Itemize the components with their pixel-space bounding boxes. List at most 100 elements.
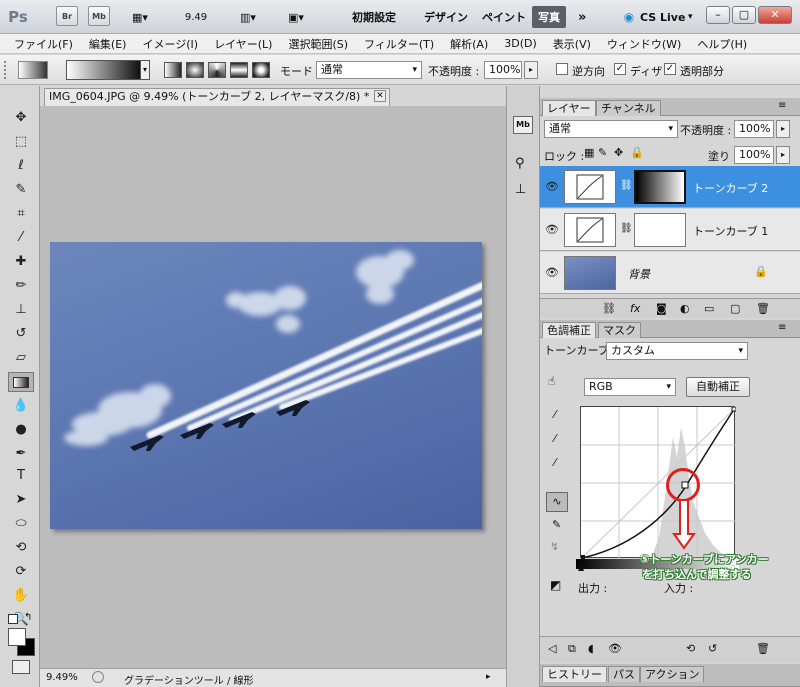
reverse-checkbox[interactable] xyxy=(556,63,568,75)
diamond-gradient-button[interactable] xyxy=(252,62,270,78)
menu-image[interactable]: イメージ(I) xyxy=(134,36,206,52)
layer-style-icon[interactable]: fx xyxy=(630,302,640,315)
radial-gradient-button[interactable] xyxy=(186,62,204,78)
curve-point-mode-icon[interactable]: ∿ xyxy=(546,492,568,512)
smooth-curve-icon[interactable]: ↯ xyxy=(550,540,559,553)
foreground-color-swatch[interactable] xyxy=(8,628,26,646)
dither-checkbox[interactable]: ✓ xyxy=(614,63,626,75)
history-brush-tool-icon[interactable]: ↺ xyxy=(10,324,32,344)
options-grip[interactable] xyxy=(4,61,10,79)
pencil-draw-icon[interactable]: ✎ xyxy=(552,518,561,531)
lock-position-icon[interactable]: ✥ xyxy=(614,146,623,159)
menu-3d[interactable]: 3D(D) xyxy=(496,37,545,50)
visibility-eye-icon[interactable]: 👁 xyxy=(544,180,560,193)
opacity-input[interactable]: 100% xyxy=(484,61,522,79)
workspace-design[interactable]: デザイン xyxy=(418,6,474,28)
screen-mode-icon[interactable]: ▣▾ xyxy=(280,6,312,28)
status-menu-icon[interactable]: ▸ xyxy=(486,672,491,682)
layer-row-background[interactable]: 👁 背景 🔒 xyxy=(540,252,800,294)
tab-actions[interactable]: アクション xyxy=(640,666,705,682)
layer-opacity-input[interactable]: 100% xyxy=(734,120,774,138)
link-layers-icon[interactable]: ⛓ xyxy=(602,302,616,315)
new-layer-icon[interactable]: ▢ xyxy=(730,302,740,315)
workspace-painting[interactable]: ペイント xyxy=(476,6,532,28)
black-point-eyedropper-icon[interactable]: ⁄ xyxy=(554,408,556,421)
lasso-tool-icon[interactable]: ℓ xyxy=(10,156,32,176)
curves-graph[interactable] xyxy=(580,406,737,560)
black-slider-icon[interactable]: ▲ xyxy=(578,563,584,572)
new-group-icon[interactable]: ▭ xyxy=(704,302,714,315)
swap-colors-icon[interactable]: ↰ xyxy=(24,612,32,623)
close-document-icon[interactable]: ✕ xyxy=(374,90,386,102)
new-adjustment-icon[interactable]: ◐ xyxy=(680,302,690,315)
delete-adjustment-icon[interactable]: 🗑 xyxy=(756,642,770,655)
tab-masks[interactable]: マスク xyxy=(598,322,641,338)
clone-stamp-tool-icon[interactable]: ⊥ xyxy=(10,300,32,320)
tab-channels[interactable]: チャンネル xyxy=(596,100,661,116)
hand-tool-icon[interactable]: ✋ xyxy=(10,586,32,606)
lock-all-icon[interactable]: 🔒 xyxy=(630,146,644,159)
layer-mask-thumbnail[interactable] xyxy=(634,170,686,204)
mode-select[interactable]: 通常 ▾ xyxy=(316,61,422,79)
eraser-tool-icon[interactable]: ▱ xyxy=(10,348,32,368)
view-previous-icon[interactable]: ⟲ xyxy=(686,642,695,655)
brush-tool-icon[interactable]: ✏ xyxy=(10,276,32,296)
cs-live-dropdown-icon[interactable]: ▾ xyxy=(688,6,693,28)
blend-mode-select[interactable]: 通常 ▾ xyxy=(544,120,678,138)
bridge-button[interactable]: Br xyxy=(56,6,78,26)
crop-tool-icon[interactable]: ⌗ xyxy=(10,204,32,224)
delete-layer-icon[interactable]: 🗑 xyxy=(756,302,770,315)
maximize-button[interactable]: ▢ xyxy=(732,6,756,24)
tab-paths[interactable]: パス xyxy=(608,666,640,682)
preset-select[interactable]: カスタム ▾ xyxy=(606,342,748,360)
minimize-button[interactable]: – xyxy=(706,6,730,24)
more-workspaces-button[interactable]: » xyxy=(578,6,586,28)
mini-bridge-button[interactable]: Mb xyxy=(88,6,110,26)
workspace-photography[interactable]: 写真 xyxy=(532,6,566,28)
tab-layers[interactable]: レイヤー xyxy=(542,100,596,116)
fill-input[interactable]: 100% xyxy=(734,146,774,164)
auto-button[interactable]: 自動補正 xyxy=(686,377,750,397)
tool-preset-picker[interactable] xyxy=(18,61,48,79)
channel-select[interactable]: RGB ▾ xyxy=(584,378,676,396)
menu-layer[interactable]: レイヤー(L) xyxy=(206,36,280,52)
move-tool-icon[interactable]: ✥ xyxy=(10,108,32,128)
layers-panel-menu-icon[interactable]: ≡ xyxy=(778,100,786,111)
layer-row-curves-1[interactable]: 👁 ⛓ トーンカーブ 1 xyxy=(540,209,800,251)
expand-view-icon[interactable]: ⧉ xyxy=(568,642,576,656)
tab-history[interactable]: ヒストリー xyxy=(542,666,607,682)
cs-live-button[interactable]: CS Live xyxy=(640,6,685,28)
healing-brush-tool-icon[interactable]: ✚ xyxy=(10,252,32,272)
zoom-level[interactable]: 9.49 xyxy=(178,6,214,28)
default-colors-icon[interactable] xyxy=(8,614,18,624)
white-point-eyedropper-icon[interactable]: ⁄ xyxy=(554,456,556,469)
3d-rotate-tool-icon[interactable]: ⟲ xyxy=(10,538,32,558)
layer-opacity-arrow-icon[interactable]: ▸ xyxy=(776,120,790,138)
marquee-tool-icon[interactable]: ⬚ xyxy=(10,132,32,152)
blur-tool-icon[interactable]: 💧 xyxy=(10,396,32,416)
toggle-visibility-icon[interactable]: 👁 xyxy=(608,642,622,655)
reset-icon[interactable]: ↺ xyxy=(708,642,717,655)
mask-link-icon[interactable]: ⛓ xyxy=(620,223,633,234)
dodge-tool-icon[interactable]: ● xyxy=(10,420,32,440)
quick-mask-icon[interactable] xyxy=(12,660,30,674)
clip-to-layer-icon[interactable]: ◖ xyxy=(588,642,594,655)
transparency-checkbox[interactable]: ✓ xyxy=(664,63,676,75)
layer-mask-thumbnail[interactable] xyxy=(634,213,686,247)
mask-link-icon[interactable]: ⛓ xyxy=(620,180,633,191)
arrange-documents-icon[interactable]: ▥▾ xyxy=(232,6,264,28)
lock-transparency-icon[interactable]: ▦ xyxy=(584,146,594,159)
lock-paint-icon[interactable]: ✎ xyxy=(598,146,607,159)
tab-adjustments[interactable]: 色調補正 xyxy=(542,322,596,338)
visibility-eye-icon[interactable]: 👁 xyxy=(544,266,560,279)
clipping-display-icon[interactable]: ◩ xyxy=(550,578,561,592)
path-selection-tool-icon[interactable]: ➤ xyxy=(10,490,32,510)
gray-point-eyedropper-icon[interactable]: ⁄ xyxy=(554,432,556,445)
fill-arrow-icon[interactable]: ▸ xyxy=(776,146,790,164)
layer-row-curves-2[interactable]: 👁 ⛓ トーンカーブ 2 xyxy=(540,166,800,208)
angle-gradient-button[interactable] xyxy=(208,62,226,78)
gradient-dropdown-icon[interactable]: ▾ xyxy=(140,60,150,80)
status-info-icon[interactable] xyxy=(92,671,104,683)
zoom-status[interactable]: 9.49% xyxy=(46,672,78,683)
menu-file[interactable]: ファイル(F) xyxy=(6,36,81,52)
